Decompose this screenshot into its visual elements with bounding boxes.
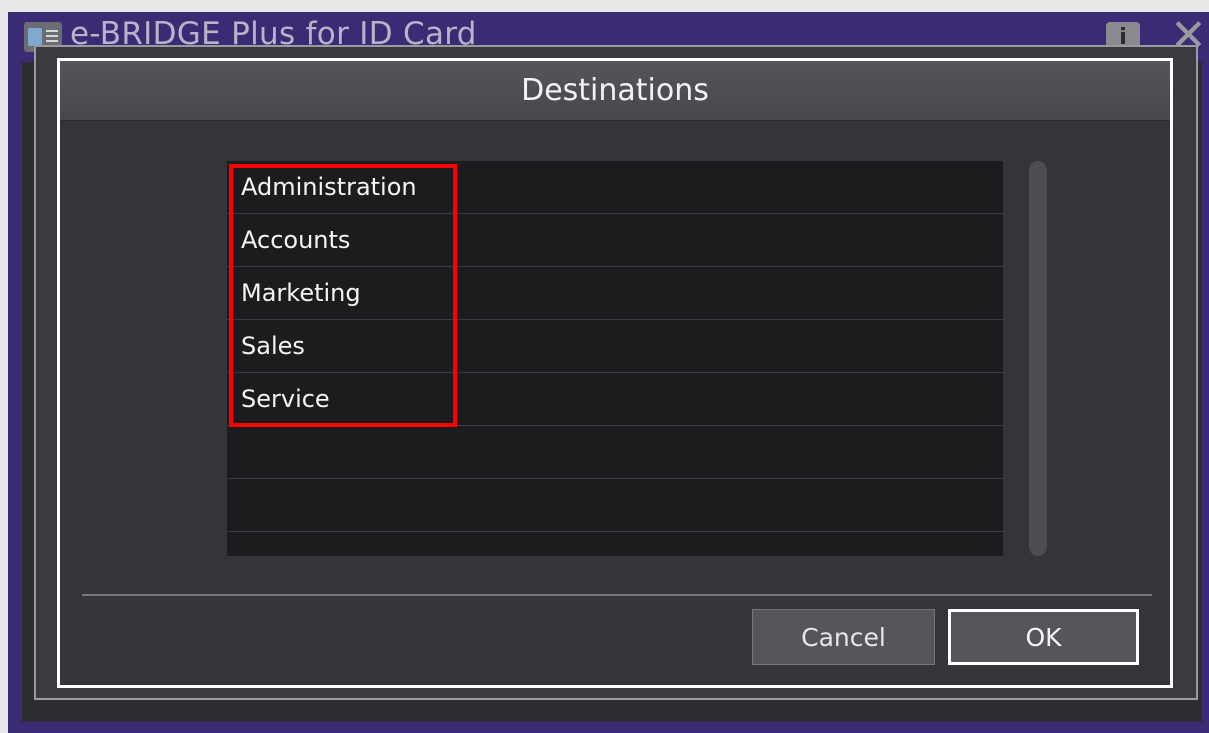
list-item-label: Administration xyxy=(241,173,417,201)
destinations-list: Administration Accounts Marketing Sales … xyxy=(227,161,1003,556)
list-item-empty xyxy=(227,479,1003,532)
ok-button[interactable]: OK xyxy=(948,609,1139,665)
destinations-dialog: Destinations Administration Accounts Mar… xyxy=(57,58,1173,688)
list-item[interactable]: Accounts xyxy=(227,214,1003,267)
list-item-label: Service xyxy=(241,385,330,413)
list-item[interactable]: Sales xyxy=(227,320,1003,373)
list-item-label: Accounts xyxy=(241,226,351,254)
dialog-header: Destinations xyxy=(60,61,1170,121)
list-item-label: Sales xyxy=(241,332,305,360)
cancel-button[interactable]: Cancel xyxy=(752,609,935,665)
list-item-empty xyxy=(227,532,1003,556)
list-item[interactable]: Administration xyxy=(227,161,1003,214)
list-scrollbar[interactable] xyxy=(1029,161,1047,556)
list-item[interactable]: Service xyxy=(227,373,1003,426)
list-item[interactable]: Marketing xyxy=(227,267,1003,320)
divider xyxy=(82,594,1152,596)
list-item-label: Marketing xyxy=(241,279,361,307)
list-item-empty xyxy=(227,426,1003,479)
dialog-title: Destinations xyxy=(521,73,709,108)
